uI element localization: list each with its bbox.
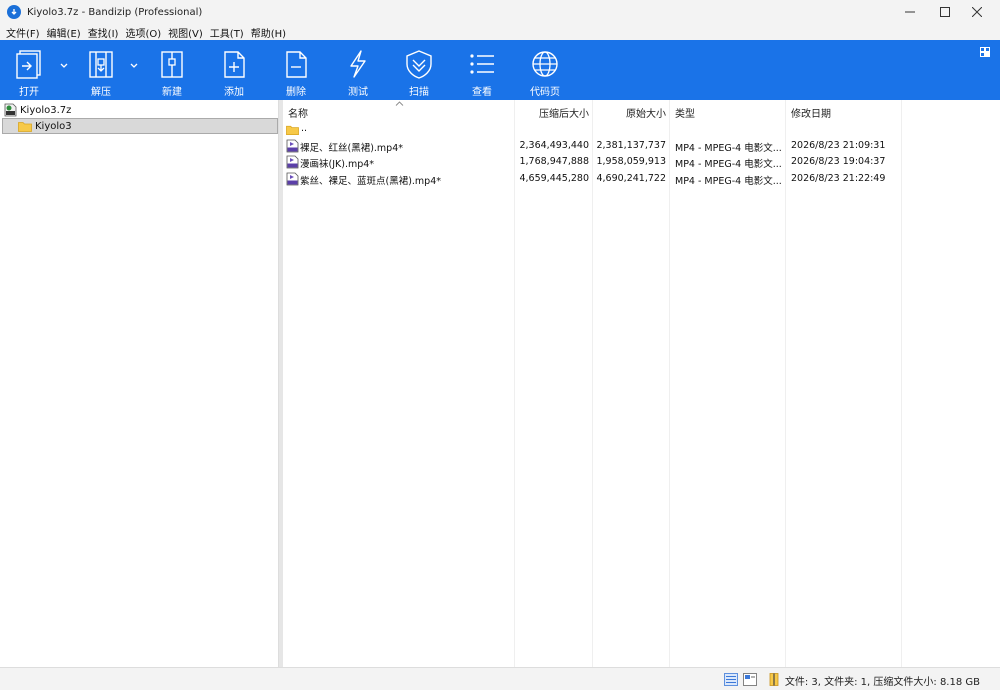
tree-item-archive-root[interactable]: Kiyolo3.7z <box>4 102 274 118</box>
globe-icon <box>532 51 558 77</box>
test-button[interactable]: 测试 <box>339 40 377 100</box>
delete-button[interactable]: 删除 <box>277 40 315 100</box>
column-header-original-size[interactable]: 原始大小 <box>593 105 666 120</box>
video-file-icon <box>286 155 299 169</box>
menu-view[interactable]: 视图(V) <box>165 25 206 40</box>
new-archive-icon <box>161 51 183 78</box>
video-file-icon <box>286 139 299 153</box>
status-bar: 文件: 3, 文件夹: 1, 压缩文件大小: 8.18 GB <box>0 667 1000 690</box>
status-summary: 文件: 3, 文件夹: 1, 压缩文件大小: 8.18 GB <box>784 677 980 688</box>
add-file-icon <box>224 51 245 78</box>
file-name: 裸足、红丝(黑裙).mp4* <box>300 143 404 154</box>
bandizip-app-icon <box>7 5 21 19</box>
close-icon <box>972 7 982 17</box>
column-header-type[interactable]: 类型 <box>675 105 695 120</box>
menu-tools[interactable]: 工具(T) <box>207 25 247 40</box>
open-button[interactable]: 打开 <box>10 40 48 100</box>
file-packed-size: 2,364,493,440 <box>519 140 589 151</box>
archive-info-icon[interactable] <box>767 673 781 686</box>
column-header-name[interactable]: 名称 <box>288 105 308 120</box>
new-archive-button[interactable]: 新建 <box>153 40 191 100</box>
shield-icon <box>406 50 432 79</box>
menu-help[interactable]: 帮助(H) <box>248 25 289 40</box>
parent-folder-label: .. <box>301 123 308 134</box>
table-row[interactable]: 紫丝、裸足、蓝斑点(黑裙).mp4* 4,659,445,280 4,690,2… <box>283 171 1000 187</box>
file-original-size: 1,958,059,913 <box>596 156 666 167</box>
column-header-modified[interactable]: 修改日期 <box>791 105 831 120</box>
toolbar: 打开 解压 新建 添加 删除 测试 扫描 查看 代码页 <box>0 40 1000 100</box>
file-modified: 2026/8/23 21:22:49 <box>791 173 886 184</box>
menu-options[interactable]: 选项(O) <box>122 25 164 40</box>
folder-tree-pane: Kiyolo3.7z Kiyolo3 <box>0 100 279 667</box>
file-modified: 2026/8/23 19:04:37 <box>791 156 886 167</box>
folder-icon <box>18 121 32 132</box>
sort-ascending-icon <box>395 101 404 106</box>
file-packed-size: 1,768,947,888 <box>519 156 589 167</box>
scan-button[interactable]: 扫描 <box>400 40 438 100</box>
view-label: 查看 <box>472 87 492 98</box>
extract-dropdown-arrow-icon[interactable] <box>129 60 139 70</box>
table-row[interactable]: 漫画袜(JK).mp4* 1,768,947,888 1,958,059,913… <box>283 154 1000 170</box>
delete-file-icon <box>286 51 307 78</box>
new-archive-label: 新建 <box>162 87 182 98</box>
scan-label: 扫描 <box>409 87 429 98</box>
file-name: 漫画袜(JK).mp4* <box>300 159 375 170</box>
tree-item-folder-kiyolo3[interactable]: Kiyolo3 <box>2 118 278 134</box>
file-type: MP4 - MPEG-4 电影文... <box>675 143 782 154</box>
tree-root-label: Kiyolo3.7z <box>20 104 72 116</box>
menu-file[interactable]: 文件(F) <box>3 25 43 40</box>
layout-grid-icon[interactable] <box>980 47 990 57</box>
column-header-row: 名称 压缩后大小 原始大小 类型 修改日期 <box>283 100 1000 120</box>
close-button[interactable] <box>954 0 1000 24</box>
extract-button[interactable]: 解压 <box>82 40 120 100</box>
file-packed-size: 4,659,445,280 <box>519 173 589 184</box>
file-original-size: 4,690,241,722 <box>596 173 666 184</box>
file-original-size: 2,381,137,737 <box>596 140 666 151</box>
lightning-icon <box>350 50 366 78</box>
column-header-packed-size[interactable]: 压缩后大小 <box>515 105 589 120</box>
file-type: MP4 - MPEG-4 电影文... <box>675 176 782 187</box>
table-row[interactable]: 裸足、红丝(黑裙).mp4* 2,364,493,440 2,381,137,7… <box>283 138 1000 154</box>
file-name: 紫丝、裸足、蓝斑点(黑裙).mp4* <box>300 176 442 187</box>
tree-folder-label: Kiyolo3 <box>35 120 72 132</box>
menu-find[interactable]: 查找(I) <box>85 25 122 40</box>
menu-bar: 文件(F) 编辑(E) 查找(I) 选项(O) 视图(V) 工具(T) 帮助(H… <box>0 24 1000 40</box>
maximize-icon <box>940 7 950 17</box>
open-dropdown-arrow-icon[interactable] <box>59 60 69 70</box>
codepage-button[interactable]: 代码页 <box>525 40 565 100</box>
title-bar: Kiyolo3.7z - Bandizip (Professional) <box>0 0 1000 24</box>
video-file-icon <box>286 172 299 186</box>
extract-icon <box>89 51 113 78</box>
list-icon <box>470 54 494 74</box>
open-label: 打开 <box>19 87 39 98</box>
open-icon <box>16 50 41 79</box>
folder-icon <box>286 125 299 136</box>
preview-view-icon[interactable] <box>743 673 757 686</box>
7z-archive-icon <box>4 103 17 117</box>
minimize-icon <box>905 11 915 13</box>
test-label: 测试 <box>348 87 368 98</box>
file-type: MP4 - MPEG-4 电影文... <box>675 159 782 170</box>
window-title: Kiyolo3.7z - Bandizip (Professional) <box>27 6 203 18</box>
extract-label: 解压 <box>91 87 111 98</box>
file-list-pane: 名称 压缩后大小 原始大小 类型 修改日期 .. 裸足、红丝(黑裙).mp4* … <box>283 100 1000 667</box>
add-label: 添加 <box>224 87 244 98</box>
codepage-label: 代码页 <box>530 87 560 98</box>
file-modified: 2026/8/23 21:09:31 <box>791 140 886 151</box>
delete-label: 删除 <box>286 87 306 98</box>
list-item-parent-folder[interactable]: .. <box>283 121 1000 137</box>
details-view-icon[interactable] <box>724 673 738 686</box>
view-button[interactable]: 查看 <box>463 40 501 100</box>
menu-edit[interactable]: 编辑(E) <box>44 25 84 40</box>
add-button[interactable]: 添加 <box>215 40 253 100</box>
